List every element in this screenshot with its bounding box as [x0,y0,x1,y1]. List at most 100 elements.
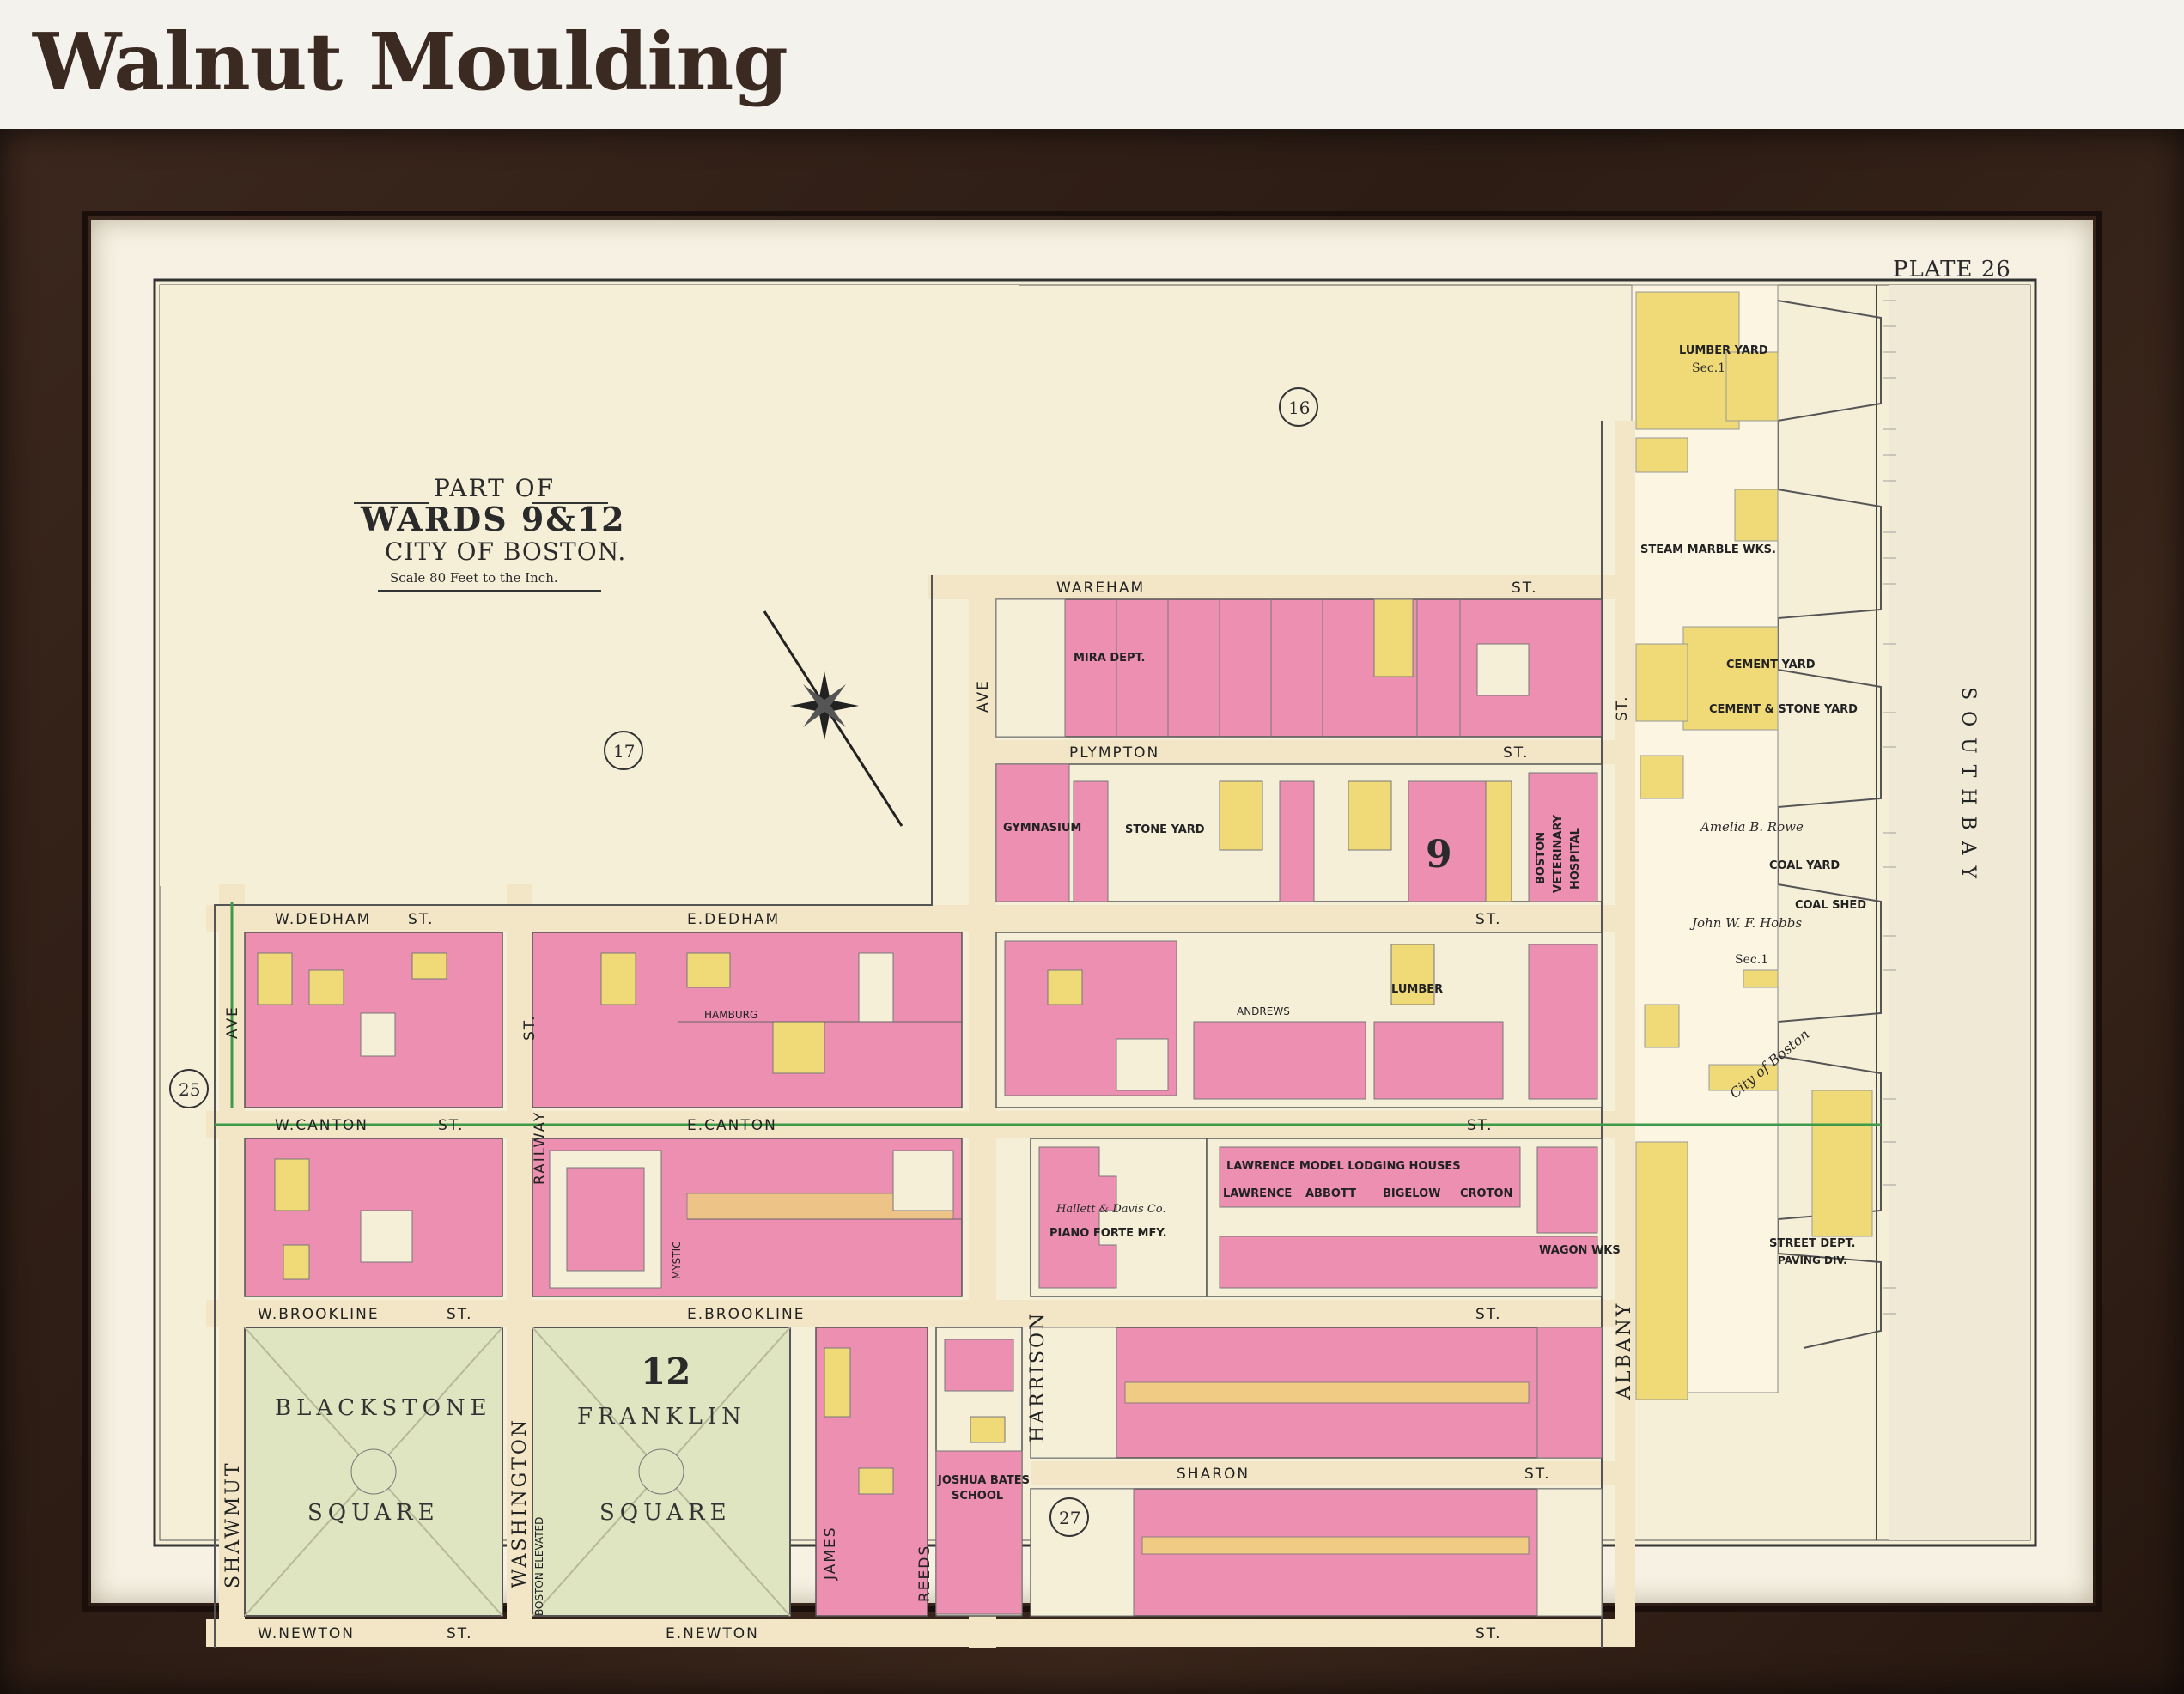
lumber-yard-label: LUMBER YARD [1679,344,1768,357]
gymnasium-label: GYMNASIUM [1003,822,1081,835]
ward-marker-25: 25 [179,1079,200,1100]
street-washington: WASHINGTON [509,1418,531,1588]
street-w-newton-st: ST. [447,1625,473,1642]
wagon-label: WAGON WKS [1539,1244,1621,1257]
ward12-label: 12 [641,1351,690,1393]
lawrence-sm-label: LAWRENCE [1223,1187,1292,1200]
vet-label-3: HOSPITAL [1569,828,1582,890]
coal-yard-label: COAL YARD [1769,859,1840,872]
street-albany-st: ST. [1614,695,1631,721]
cartouche-line2: WARDS 9&12 [360,500,626,538]
blackstone-label-2: SQUARE [307,1500,440,1526]
cement-yard-label: CEMENT YARD [1726,659,1816,671]
lumber-yard-block [1635,291,1740,430]
block-lawrence: LAWRENCE MODEL LODGING HOUSES LAWRENCE A… [1206,1138,1621,1297]
street-plympton-st: ST. [1503,744,1530,762]
south-bay-water [1889,285,2030,1540]
cement-stone-label: CEMENT & STONE YARD [1709,703,1858,716]
amelia-label: Amelia B. Rowe [1699,819,1804,835]
road-albany [1615,421,1635,1647]
block-w-dedham-canton [244,932,503,1108]
abbott-label: ABBOTT [1305,1187,1356,1200]
street-sharon: SHARON [1177,1466,1250,1483]
block-piano-forte: Hallett & Davis Co. PIANO FORTE MFY. [1030,1138,1208,1297]
street-washington-st: ST. [521,1014,538,1041]
street-e-brookline-st: ST. [1475,1306,1502,1323]
street-boston-elevated: BOSTON ELEVATED [533,1517,545,1616]
block-andrews: ANDREWS LUMBER [995,932,1603,1108]
page-header: Walnut Moulding [0,0,2184,127]
blackstone-square: BLACKSTONE SQUARE [244,1327,503,1617]
franklin-label-1: FRANKLIN [577,1404,746,1430]
joshua-label: JOSHUA BATES [937,1474,1030,1487]
street-sharon-st: ST. [1524,1466,1551,1483]
street-e-canton-st: ST. [1467,1117,1494,1134]
ward-marker-17: 17 [613,741,635,762]
open-field-nw [160,285,1019,886]
stone-yard-label: STONE YARD [1125,823,1205,836]
street-e-newton-st: ST. [1475,1625,1502,1642]
lawrence-label: LAWRENCE MODEL LODGING HOUSES [1226,1160,1461,1173]
street-w-brookline: W.BROOKLINE [258,1306,380,1323]
mira-label: MIRA DEPT. [1074,652,1145,665]
street-james: JAMES [822,1526,839,1581]
road-newton [206,1619,1623,1647]
street-w-canton: W.CANTON [275,1117,368,1134]
street-shawmut: SHAWMUT [222,1460,244,1588]
school-label: SCHOOL [952,1490,1003,1503]
page-title: Walnut Moulding [33,15,788,108]
steam-marble-label: STEAM MARBLE WKS. [1640,543,1776,556]
sec1-label-2: Sec.1 [1735,953,1768,967]
bigelow-label: BIGELOW [1383,1187,1441,1200]
hallet-label: Hallett & Davis Co. [1055,1203,1166,1216]
road-brookline [206,1300,1623,1327]
hamburg-label: HAMBURG [704,1009,757,1021]
sec1-label: Sec.1 [1692,361,1725,375]
street-w-newton: W.NEWTON [258,1625,355,1642]
vet-label-1: BOSTON [1535,832,1548,884]
ward-marker-27: 27 [1059,1508,1080,1528]
south-bay-label: S O U T H B A Y [1957,687,1979,881]
street-wareham: WAREHAM [1056,580,1145,597]
block-w-canton-brookline [244,1138,503,1297]
block-wareham-plympton: MIRA DEPT. [995,598,1603,738]
street-e-brookline: E.BROOKLINE [687,1306,805,1323]
framed-map: PLATE 26 S O U T H B A Y LUMBER YARD Sec… [153,257,2037,1648]
street-wareham-st: ST. [1512,580,1538,597]
blackstone-label-1: BLACKSTONE [275,1395,492,1421]
block-plympton-dedham: GYMNASIUM STONE YARD 9 BOSTON VETERINARY… [995,763,1603,902]
andrews-label: ANDREWS [1237,1005,1290,1017]
franklin-label-2: SQUARE [599,1500,732,1526]
cartouche-line3: CITY OF BOSTON. [385,537,626,566]
block-e-canton-brookline: MYSTIC [532,1138,963,1297]
vet-label-2: VETERINARY [1552,814,1565,893]
block-e-dedham-canton: HAMBURG [532,932,963,1108]
cartouche-line1: PART OF [434,474,555,502]
mystic-label: MYSTIC [671,1241,683,1279]
street-dept-label: STREET DEPT. [1769,1237,1855,1250]
street-e-canton: E.CANTON [687,1117,777,1134]
street-e-dedham-st: ST. [1475,911,1502,928]
street-railway: RAILWAY [532,1111,549,1185]
street-ave-west: AVE [224,1005,241,1039]
street-w-dedham-st: ST. [408,911,435,928]
franklin-square: 12 FRANKLIN SQUARE [532,1327,791,1617]
croton-label: CROTON [1460,1187,1512,1200]
street-e-newton: E.NEWTON [666,1625,759,1642]
street-harrison: HARRISON [1027,1311,1049,1442]
coal-shed-label: COAL SHED [1795,899,1866,912]
street-reeds: REEDS [916,1545,934,1602]
street-plympton: PLYMPTON [1069,744,1159,762]
plate-label: PLATE 26 [1893,257,2011,282]
street-e-dedham: E.DEDHAM [687,911,780,928]
ward9-label: 9 [1426,833,1452,877]
paving-label: PAVING DIV. [1778,1254,1847,1266]
street-albany: ALBANY [1614,1302,1635,1400]
walnut-frame: PLATE 26 S O U T H B A Y LUMBER YARD Sec… [0,129,2184,1694]
lumber-label: LUMBER [1391,983,1443,996]
piano-label: PIANO FORTE MFY. [1049,1227,1167,1240]
street-w-canton-st: ST. [438,1117,465,1134]
street-ave-north: AVE [975,679,992,713]
ward-marker-16: 16 [1288,398,1310,418]
hobbs-label: John W. F. Hobbs [1689,915,1802,931]
